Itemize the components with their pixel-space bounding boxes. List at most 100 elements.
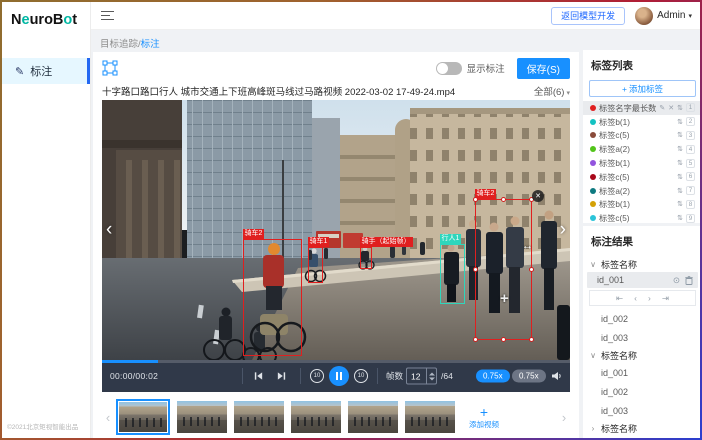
bbox-cyclist-1[interactable]: 骑车1 [308,247,323,283]
resize-handle[interactable] [529,337,534,342]
thumbnail-selected[interactable] [116,399,170,435]
result-item-selected[interactable]: id_001 ⊙ [587,272,698,288]
filmstrip-right-icon[interactable]: › [558,410,570,425]
user-name[interactable]: Admin [657,10,685,21]
sort-icon[interactable]: ⇅ [677,145,683,153]
thumbnail[interactable] [348,401,398,433]
label-order: 2 [686,117,695,126]
prev-frame-icon[interactable]: ‹ [634,293,637,303]
label-name: 标签b(1) [599,157,674,169]
result-item[interactable]: id_001 [589,363,696,382]
locate-icon[interactable]: ⊙ [673,275,680,286]
sidebar-item-label: 标注 [30,63,52,79]
first-frame-icon[interactable]: ⇤ [616,293,623,304]
progress-bar[interactable] [102,360,570,363]
resize-handle[interactable] [473,197,478,202]
sort-icon[interactable]: ⇅ [677,214,683,222]
back-to-model-dev-button[interactable]: 返回模型开发 [551,7,625,25]
filmstrip-left-icon[interactable]: ‹ [102,410,114,425]
label-color-dot [590,105,596,111]
thumbnail[interactable] [405,401,455,433]
speed-pill[interactable]: 0.75x [512,370,546,383]
speed-pill-active[interactable]: 0.75x [476,370,510,383]
volume-icon[interactable] [550,370,562,382]
caret-down-icon[interactable]: ▾ [688,12,692,20]
sidebar-item-annotate[interactable]: ✎ 标注 [2,58,90,84]
thumbnail[interactable] [177,401,227,433]
bbox-cyclist-2[interactable]: 骑车2 [243,239,302,356]
avatar[interactable] [635,7,653,25]
sort-icon[interactable]: ⇅ [677,187,683,195]
thumbnail[interactable] [234,401,284,433]
result-item[interactable]: id_002 [589,382,696,401]
thumbnail[interactable] [291,401,341,433]
seek-back-10-icon[interactable]: 10 [310,369,324,383]
label-order: 5 [686,159,695,168]
next-frame-icon[interactable] [276,371,287,382]
stepper-arrows[interactable] [426,369,436,384]
show-annotations-toggle[interactable] [436,62,462,75]
breadcrumb-parent[interactable]: 目标追踪 [100,39,138,50]
label-row[interactable]: 标签a(2) ⇅ 4 [583,142,700,156]
sort-icon[interactable]: ⇅ [677,159,683,167]
sort-icon[interactable]: ⇅ [677,200,683,208]
step-up-icon[interactable] [429,372,435,375]
prev-frame-icon[interactable] [253,371,264,382]
plus-icon: + [622,84,627,94]
label-order: 6 [686,172,695,181]
result-group-header[interactable]: ∨ 标签名称 [589,256,696,272]
label-row[interactable]: 标签c(5) ⇅ 3 [583,129,700,143]
label-row[interactable]: 标签b(1) ⇅ 8 [583,198,700,212]
label-row[interactable]: 标签b(1) ⇅ 2 [583,115,700,129]
frame-number-stepper[interactable] [406,368,437,385]
add-label-button[interactable]: + 添加标签 [589,80,696,97]
label-row[interactable]: 标签c(5) ⇅ 9 [583,211,700,225]
bbox-rider-start-frame[interactable]: 骑手（起始帧） [360,247,372,269]
prev-video-arrow[interactable]: ‹ [106,220,112,239]
trash-icon[interactable] [685,276,693,285]
seek-forward-10-icon[interactable]: 10 [354,369,368,383]
menu-fold-icon[interactable] [101,8,114,23]
breadcrumb-current[interactable]: 标注 [141,39,160,50]
add-video-button[interactable]: + 添加视频 [461,405,507,430]
result-item[interactable]: id_003 [589,328,696,347]
label-row[interactable]: 标签名字最长数... ✎ ✕ ⇅ 1 [583,101,700,115]
label-name: 标签b(1) [599,198,674,210]
delete-label-icon[interactable]: ✕ [668,104,674,112]
result-item[interactable]: id_003 [589,401,696,420]
label-row[interactable]: 标签c(5) ⇅ 6 [583,170,700,184]
bbox-label: 行人1 [440,234,462,244]
result-item[interactable]: id_002 [589,309,696,328]
sort-icon[interactable]: ⇅ [677,118,683,126]
resize-handle[interactable] [473,267,478,272]
bbox-label: 骑车1 [308,237,330,247]
frame-number-input[interactable] [407,369,426,384]
resize-cursor: ↔ [522,240,533,252]
next-frame-icon[interactable]: › [648,293,651,303]
bbox-selected[interactable]: 骑车2 ✕ [475,199,532,340]
last-frame-icon[interactable]: ⇥ [662,293,669,304]
sort-icon[interactable]: ⇅ [677,131,683,139]
filter-dropdown[interactable]: 全部(6)▾ [534,84,570,98]
sort-icon[interactable]: ⇅ [677,104,683,112]
sort-icon[interactable]: ⇅ [677,173,683,181]
resize-handle[interactable] [501,337,506,342]
progress-fill [102,360,158,363]
result-id: id_002 [601,314,628,324]
next-video-arrow[interactable]: › [560,220,566,239]
step-down-icon[interactable] [429,377,435,380]
resize-handle[interactable] [473,337,478,342]
save-button[interactable]: 保存(S) [517,58,570,79]
label-row[interactable]: 标签a(2) ⇅ 7 [583,184,700,198]
resize-handle[interactable] [529,267,534,272]
result-group-header[interactable]: ∨ 标签名称 [589,347,696,363]
pause-button[interactable] [329,366,349,386]
bbox-tool-icon[interactable] [102,60,118,76]
video-canvas[interactable]: 骑车2 骑车1 骑手（起始帧） 行人1 骑车2 ✕ [102,100,570,360]
resize-handle[interactable] [501,197,506,202]
result-group-header[interactable]: › 标签名称 [589,420,696,436]
edit-label-icon[interactable]: ✎ [659,104,665,112]
bbox-pedestrian-1[interactable]: 行人1 [440,244,465,304]
label-row[interactable]: 标签b(1) ⇅ 5 [583,156,700,170]
delete-box-icon[interactable]: ✕ [532,190,544,202]
